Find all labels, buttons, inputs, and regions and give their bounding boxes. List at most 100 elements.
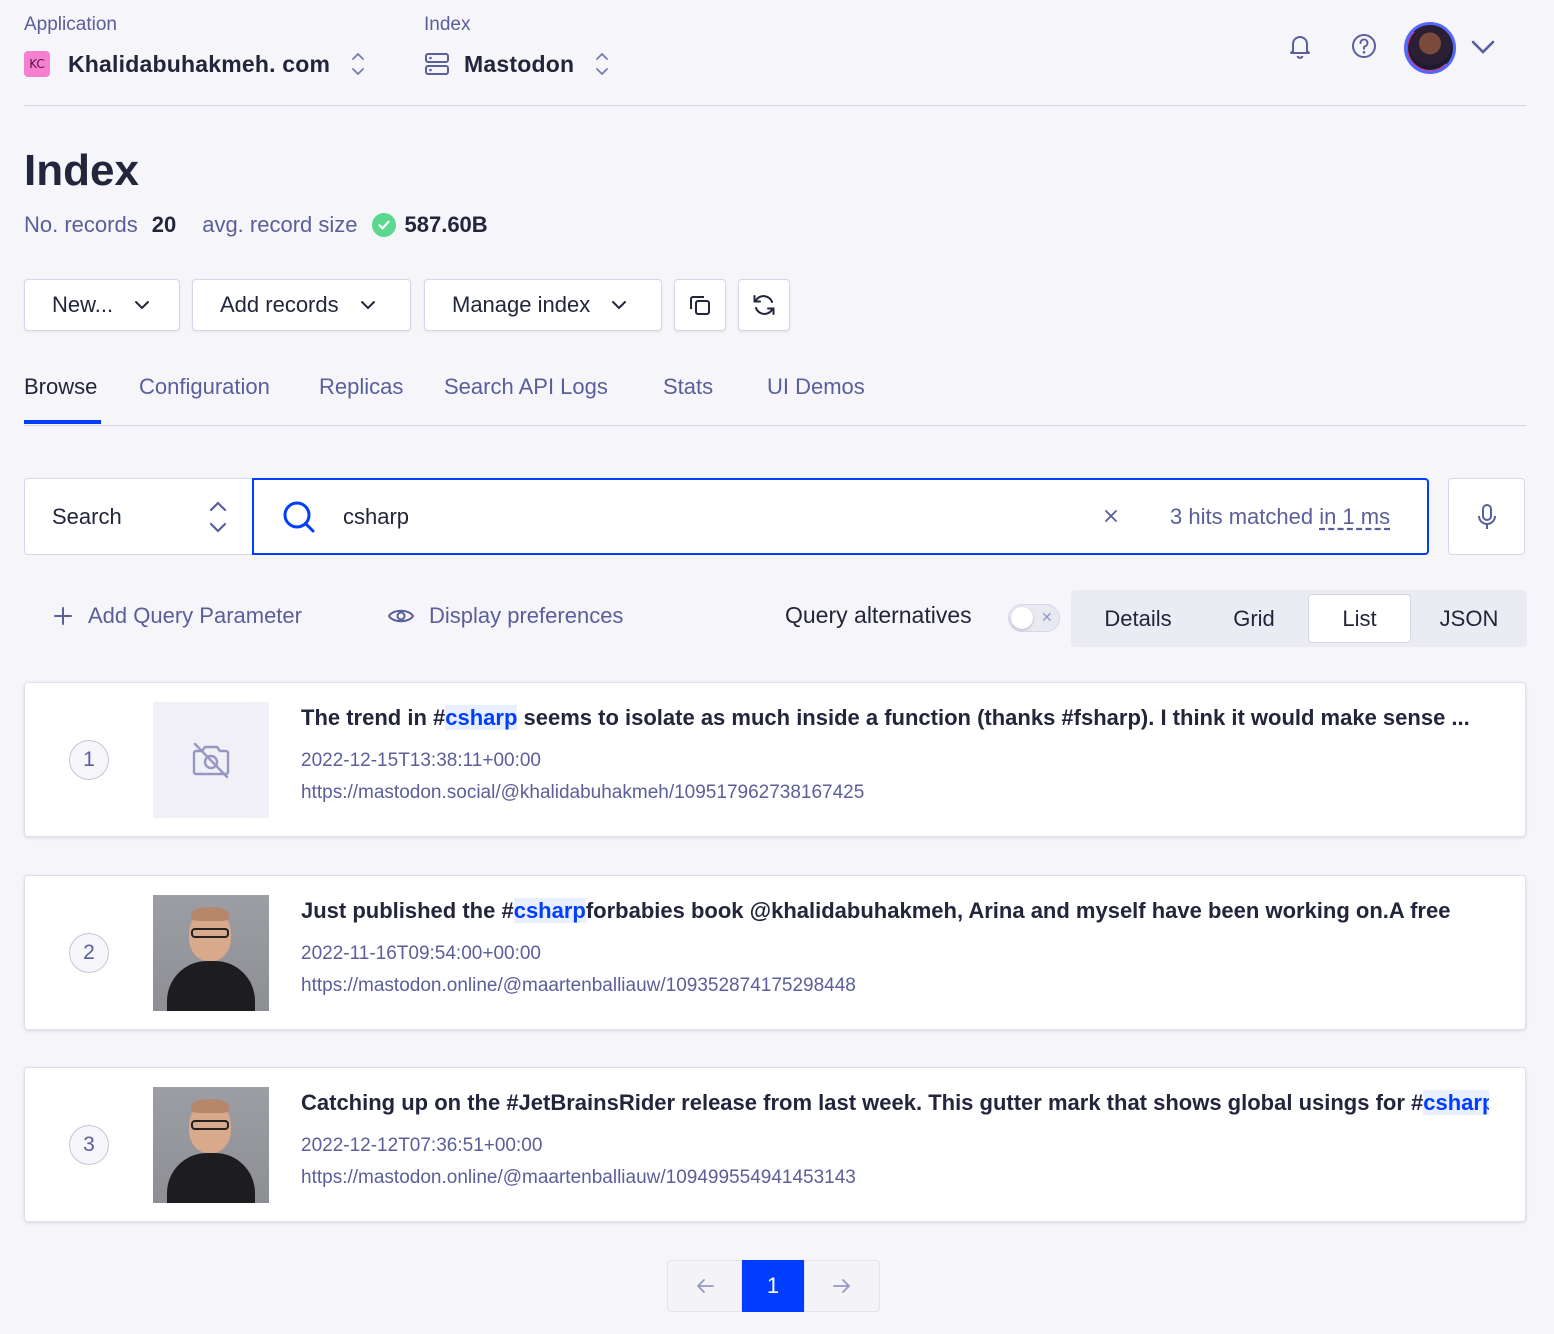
result-rank: 2 — [69, 933, 109, 973]
new-button-label: New... — [52, 292, 114, 317]
page-title: Index — [24, 146, 139, 195]
tab-browse[interactable]: Browse — [24, 374, 97, 400]
result-card[interactable]: 3 Catching up on the #JetBrainsRider rel… — [24, 1067, 1526, 1222]
page-number-button[interactable]: 1 — [742, 1260, 804, 1312]
search-input[interactable]: csharp — [343, 504, 409, 530]
manage-index-label: Manage index — [452, 292, 591, 317]
tab-stats[interactable]: Stats — [663, 374, 713, 400]
pagination: 1 — [667, 1260, 880, 1312]
result-url: https://mastodon.online/@maartenballiauw… — [301, 1167, 856, 1188]
hits-time: in 1 ms — [1319, 504, 1391, 529]
index-selector[interactable]: Index Mastodon — [424, 14, 610, 78]
result-card[interactable]: 1 The trend in #csharp seems to isolate … — [24, 682, 1526, 837]
plus-icon — [54, 607, 72, 625]
index-tabs: Browse Configuration Replicas Search API… — [24, 374, 1526, 426]
server-icon — [425, 53, 449, 75]
result-rank: 3 — [69, 1125, 109, 1165]
close-icon[interactable] — [1102, 507, 1120, 525]
view-grid-button[interactable]: Grid — [1201, 594, 1307, 643]
records-value: 20 — [151, 212, 177, 237]
display-preferences-button[interactable]: Display preferences — [387, 603, 623, 629]
add-query-parameter-button[interactable]: Add Query Parameter — [52, 603, 302, 629]
toggle-off-icon: ✕ — [1041, 609, 1053, 625]
result-title-highlight: csharp — [513, 898, 586, 923]
result-thumbnail — [153, 702, 269, 818]
search-icon — [283, 501, 315, 533]
microphone-icon — [1477, 503, 1496, 529]
refresh-button[interactable] — [738, 279, 790, 331]
arrow-left-icon — [696, 1279, 714, 1293]
tab-ui-demos[interactable]: UI Demos — [767, 374, 865, 400]
result-card[interactable]: 2 Just published the #csharpforbabies bo… — [24, 875, 1526, 1030]
result-date: 2022-12-12T07:36:51+00:00 — [301, 1135, 543, 1156]
view-json-button[interactable]: JSON — [1414, 594, 1524, 643]
result-thumbnail — [153, 895, 269, 1011]
view-list-button[interactable]: List — [1308, 594, 1411, 643]
bell-icon[interactable] — [1284, 30, 1316, 62]
up-down-chevron-icon — [596, 52, 609, 76]
previous-page-button[interactable] — [667, 1260, 742, 1312]
result-title: Catching up on the #JetBrainsRider relea… — [301, 1090, 1489, 1116]
application-selector[interactable]: Application KC Khalidabuhakmeh. com — [24, 14, 366, 78]
result-rank: 1 — [69, 740, 109, 780]
index-stats: No. records 20 avg. record size 587.60B — [24, 212, 488, 238]
chevron-down-icon[interactable] — [1470, 36, 1496, 58]
record-size-value: 587.60B — [404, 212, 488, 237]
result-title: Just published the #csharpforbabies book… — [301, 898, 1489, 924]
hits-prefix: 3 hits matched — [1170, 504, 1320, 529]
refresh-icon — [753, 295, 775, 315]
add-records-button[interactable]: Add records — [192, 279, 411, 331]
arrow-right-icon — [833, 1279, 851, 1293]
index-label: Index — [424, 14, 471, 35]
result-title-text: forbabies book @khalidabuhakmeh, Arina a… — [585, 898, 1451, 923]
result-title-highlight: csharp — [1423, 1090, 1489, 1115]
chevron-down-icon — [135, 301, 150, 310]
profile-photo — [153, 1087, 269, 1203]
check-circle-icon — [371, 213, 396, 237]
result-title-text: seems to isolate as much inside a functi… — [517, 705, 1470, 730]
application-label: Application — [24, 14, 117, 35]
chevron-down-icon — [360, 301, 375, 310]
up-down-chevron-icon — [352, 52, 365, 76]
new-button[interactable]: New... — [24, 279, 180, 331]
active-tab-indicator — [24, 420, 101, 424]
view-details-button[interactable]: Details — [1075, 594, 1201, 643]
search-mode-label: Search — [52, 503, 122, 529]
index-name: Mastodon — [464, 50, 575, 77]
help-icon[interactable] — [1348, 30, 1380, 62]
result-url: https://mastodon.online/@maartenballiauw… — [301, 975, 856, 996]
next-page-button[interactable] — [804, 1260, 880, 1312]
copy-index-button[interactable] — [674, 279, 726, 331]
copy-icon — [690, 296, 710, 315]
display-preferences-label: Display preferences — [429, 603, 624, 628]
result-thumbnail — [153, 1087, 269, 1203]
add-query-parameter-label: Add Query Parameter — [88, 603, 302, 628]
no-image-icon — [192, 742, 230, 779]
search-mode-select[interactable]: Search — [24, 478, 254, 555]
top-bar: Application KC Khalidabuhakmeh. com Inde… — [24, 0, 1526, 106]
tab-replicas[interactable]: Replicas — [319, 374, 403, 400]
query-alternatives-label: Query alternatives — [785, 602, 972, 628]
hits-count: 3 hits matched in 1 ms — [1170, 504, 1390, 530]
result-title-text: Just published the # — [301, 898, 514, 923]
records-label: No. records — [24, 212, 138, 237]
search-input-box[interactable]: csharp 3 hits matched in 1 ms — [252, 478, 1429, 555]
add-records-label: Add records — [220, 292, 339, 317]
result-title-text: Catching up on the #JetBrainsRider relea… — [301, 1090, 1424, 1115]
toggle-knob — [1011, 607, 1033, 629]
profile-photo — [153, 895, 269, 1011]
avatar[interactable] — [1404, 22, 1456, 74]
result-title-highlight: csharp — [445, 705, 518, 730]
up-down-chevron-icon — [209, 501, 227, 533]
manage-index-button[interactable]: Manage index — [424, 279, 662, 331]
view-mode-switcher: Details Grid List JSON — [1071, 590, 1527, 647]
record-size-label: avg. record size — [202, 212, 358, 237]
tab-configuration[interactable]: Configuration — [139, 374, 270, 400]
voice-search-button[interactable] — [1448, 478, 1525, 555]
result-title-text: The trend in # — [301, 705, 446, 730]
chevron-down-icon — [612, 301, 627, 310]
tab-search-api-logs[interactable]: Search API Logs — [444, 374, 608, 400]
query-alternatives-toggle[interactable]: ✕ — [1008, 604, 1060, 632]
result-date: 2022-12-15T13:38:11+00:00 — [301, 750, 541, 771]
result-url: https://mastodon.social/@khalidabuhakmeh… — [301, 782, 865, 803]
